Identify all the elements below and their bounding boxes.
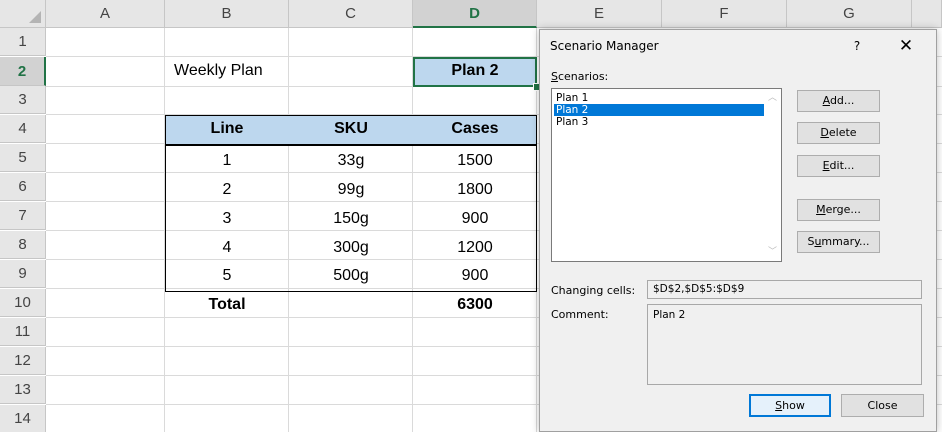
column-header-f[interactable]: F bbox=[662, 0, 787, 28]
table-header-divider bbox=[165, 144, 537, 146]
delete-button-label: elete bbox=[828, 126, 857, 139]
changing-cells-field[interactable]: $D$2,$D$5:$D$9 bbox=[647, 280, 922, 299]
row-header-5[interactable]: 5 bbox=[0, 144, 46, 172]
edit-button[interactable]: Edit... bbox=[797, 155, 880, 177]
add-button[interactable]: Add... bbox=[797, 90, 880, 112]
help-icon[interactable]: ? bbox=[847, 36, 867, 56]
row-header-8[interactable]: 8 bbox=[0, 231, 46, 259]
row-header-2[interactable]: 2 bbox=[0, 57, 46, 86]
scenarios-label-key: S bbox=[551, 70, 558, 83]
row-header-1[interactable]: 1 bbox=[0, 28, 46, 56]
delete-button[interactable]: Delete bbox=[797, 122, 880, 144]
edit-button-label: dit... bbox=[829, 159, 855, 172]
row-header-3[interactable]: 3 bbox=[0, 86, 46, 114]
column-header-b[interactable]: B bbox=[165, 0, 289, 28]
column-header-e[interactable]: E bbox=[537, 0, 662, 28]
scenario-manager-dialog: Scenario Manager ? ✕ Scenarios: Plan 1 P… bbox=[539, 29, 937, 432]
delete-button-key: D bbox=[820, 126, 829, 139]
show-button-label: how bbox=[782, 399, 805, 412]
scenario-item-plan-1[interactable]: Plan 1 bbox=[554, 92, 764, 104]
scenarios-label-rest: cenarios: bbox=[557, 70, 609, 83]
listbox-scrollbar[interactable]: ︿ ﹀ bbox=[764, 89, 781, 261]
scenario-item-plan-2[interactable]: Plan 2 bbox=[554, 104, 764, 116]
table-border bbox=[165, 115, 537, 292]
column-header-c[interactable]: C bbox=[289, 0, 413, 28]
row-header-11[interactable]: 11 bbox=[0, 318, 46, 346]
scenarios-listbox[interactable]: Plan 1 Plan 2 Plan 3 ︿ ﹀ bbox=[551, 88, 782, 262]
row-header-7[interactable]: 7 bbox=[0, 202, 46, 230]
merge-button-key: M bbox=[816, 203, 826, 216]
changing-cells-label: Changing cells: bbox=[551, 284, 636, 297]
merge-button[interactable]: Merge... bbox=[797, 199, 880, 221]
row-header-6[interactable]: 6 bbox=[0, 173, 46, 201]
select-all-triangle-icon bbox=[29, 11, 41, 23]
row-header-4[interactable]: 4 bbox=[0, 115, 46, 143]
scenarios-label: Scenarios: bbox=[551, 70, 608, 83]
row-header-12[interactable]: 12 bbox=[0, 347, 46, 375]
dialog-title: Scenario Manager bbox=[550, 39, 659, 53]
show-button[interactable]: Show bbox=[749, 394, 831, 417]
total-label[interactable]: Total bbox=[165, 291, 289, 319]
select-all-corner[interactable] bbox=[0, 0, 46, 28]
column-header-a[interactable]: A bbox=[46, 0, 165, 28]
row-header-9[interactable]: 9 bbox=[0, 260, 46, 288]
row-header-13[interactable]: 13 bbox=[0, 376, 46, 404]
add-button-key: A bbox=[822, 94, 830, 107]
comment-field[interactable]: Plan 2 bbox=[647, 304, 922, 385]
cell-d2[interactable]: Plan 2 bbox=[413, 57, 537, 85]
scroll-down-icon[interactable]: ﹀ bbox=[764, 245, 781, 259]
scroll-up-icon[interactable]: ︿ bbox=[764, 91, 781, 105]
cell-b2[interactable]: Weekly Plan bbox=[165, 57, 289, 85]
merge-button-label: erge... bbox=[825, 203, 861, 216]
row-header-10[interactable]: 10 bbox=[0, 289, 46, 317]
scenario-item-plan-3[interactable]: Plan 3 bbox=[554, 116, 764, 128]
close-icon[interactable]: ✕ bbox=[895, 36, 917, 56]
column-header-d[interactable]: D bbox=[413, 0, 537, 28]
column-header-g[interactable]: G bbox=[787, 0, 912, 28]
close-button[interactable]: Close bbox=[841, 394, 924, 417]
summary-button[interactable]: Summary... bbox=[797, 231, 880, 253]
add-button-label: dd... bbox=[829, 94, 855, 107]
column-header-h[interactable] bbox=[912, 0, 942, 28]
edit-button-key: E bbox=[822, 159, 830, 172]
comment-label: Comment: bbox=[551, 308, 609, 321]
row-header-14[interactable]: 14 bbox=[0, 405, 46, 432]
total-value[interactable]: 6300 bbox=[413, 291, 537, 319]
summary-button-label: mmary... bbox=[821, 235, 870, 248]
